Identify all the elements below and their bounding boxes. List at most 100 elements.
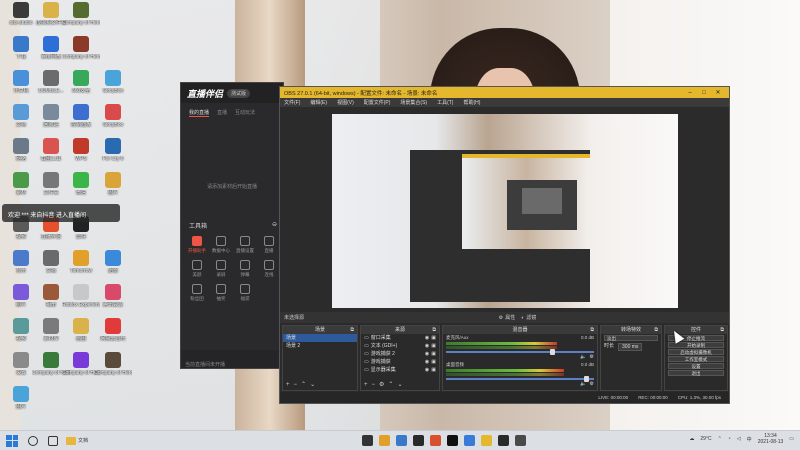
tab-my-live[interactable]: 我的直播 [189,109,210,117]
start-button[interactable] [6,434,18,447]
source-item[interactable]: ▭ 显示器采集 ◉ ▣ [361,366,439,374]
weather-temp[interactable]: 29°C [700,436,711,442]
taskbar-app-icon[interactable] [447,435,458,446]
network-icon[interactable]: ◔ [728,436,731,442]
visibility-eye-icon[interactable]: ◉ [425,367,429,373]
lock-icon[interactable]: ▣ [431,335,436,341]
toolbox-item[interactable]: 直播设置 [233,236,257,254]
desktop-icon[interactable]: 腾讯会议 [94,284,132,308]
live-companion-window[interactable]: 直播伴侣 测试版 我的直播 直播 互动玩法 请添加素材后开始直播 工具箱 ⊖ 开… [180,82,284,369]
taskbar-file-explorer[interactable]: 文档 [66,436,88,445]
move-down-icon[interactable]: ⌄ [397,382,406,388]
toolbox-item[interactable]: 连线 [257,260,281,278]
scene-item[interactable]: 场景 2 [283,342,357,350]
close-icon[interactable]: ✕ [711,89,725,96]
duration-input[interactable]: 300 ms [618,343,643,351]
minimize-icon[interactable]: – [683,90,697,96]
undock-icon[interactable]: ⧉ [654,326,658,334]
live-app-version-badge[interactable]: 测试版 [227,88,251,98]
lock-icon[interactable]: ▣ [431,359,436,365]
add-scene-icon[interactable]: + [286,382,294,388]
lock-icon[interactable]: ▣ [431,367,436,373]
visibility-eye-icon[interactable]: ◉ [425,359,429,365]
visibility-eye-icon[interactable]: ◉ [425,343,429,349]
gear-icon[interactable]: ⚙ [590,381,594,387]
desktop-icon[interactable]: 网易云音乐 [94,318,132,342]
volume-icon[interactable]: ◁ [737,436,741,442]
obs-menu-item[interactable]: 配置文件(P) [364,99,391,106]
taskbar-app-icon[interactable] [498,435,509,446]
obs-menu-item[interactable]: 场景集合(S) [400,99,427,106]
taskbar-app-icon[interactable] [413,435,424,446]
move-down-icon[interactable]: ⌄ [310,382,319,388]
desktop-icon[interactable]: 图片 [94,172,132,196]
volume-slider-knob[interactable] [583,376,589,382]
source-item[interactable]: ▭ 游戏捕获 2 ◉ ▣ [361,350,439,358]
task-view-icon[interactable] [48,435,58,446]
source-item[interactable]: ▭ 窗口采集 ◉ ▣ [361,334,439,342]
volume-slider[interactable] [446,376,594,382]
scene-item[interactable]: 场景 [283,334,357,342]
toolbox-item[interactable]: 抽奖 [209,284,233,302]
toolbox-more-icon[interactable]: ⊖ [272,221,277,230]
maximize-icon[interactable]: □ [697,90,711,96]
desktop-icon[interactable]: For Cry 6 [94,138,132,162]
remove-source-icon[interactable]: − [372,382,380,388]
toolbox-item[interactable]: 福袋 [233,284,257,302]
undock-icon[interactable]: ⧉ [590,326,594,334]
lock-icon[interactable]: ▣ [431,351,436,357]
desktop-icon[interactable]: Company of Heroes [94,352,132,376]
taskbar-app-icon[interactable] [362,435,373,446]
obs-menu-item[interactable]: 帮助(H) [463,99,480,106]
tray-expand-icon[interactable]: ⌃ [718,436,722,442]
desktop-icon[interactable]: StoryBoo [94,104,132,128]
obs-window[interactable]: OBS 27.0.1 (64-bit, windows) - 配置文件: 未命名… [279,86,730,404]
filters-button[interactable]: ◐ 滤镜 [521,314,536,322]
taskbar-app-icon[interactable] [515,435,526,446]
control-button[interactable]: 工作室模式 [668,356,724,362]
source-settings-icon[interactable]: ⚙ [379,382,388,388]
toolbox-item[interactable]: 美颜 [185,260,209,278]
volume-slider-knob[interactable] [549,349,555,355]
toolbox-item[interactable]: 开播助手 [185,236,209,254]
taskbar-app-icon[interactable] [379,435,390,446]
obs-menu-item[interactable]: 编辑(E) [310,99,327,106]
visibility-eye-icon[interactable]: ◉ [425,335,429,341]
toolbox-item[interactable]: 录屏 [209,260,233,278]
toolbox-item[interactable]: 直播 [257,236,281,254]
lock-icon[interactable]: ▣ [431,343,436,349]
control-button[interactable]: 启动虚拟摄像机 [668,349,724,355]
obs-menu-item[interactable]: 文件(F) [284,99,300,106]
obs-menu-item[interactable]: 视图(V) [337,99,354,106]
move-up-icon[interactable]: ⌃ [301,382,310,388]
undock-icon[interactable]: ⧉ [720,326,724,334]
source-item[interactable]: ▭ 文本 (GDI+) ◉ ▣ [361,342,439,350]
gear-icon[interactable]: ⚙ [590,354,594,360]
desktop-icon[interactable]: Company of Heroes [62,2,100,26]
desktop-icon[interactable]: 迅雷 [94,250,132,274]
obs-preview-canvas[interactable] [332,114,678,308]
volume-icon[interactable]: 🔈 [580,354,586,360]
notification-icon[interactable]: ▭ [789,436,794,442]
search-icon[interactable] [28,435,38,446]
taskbar-app-icon[interactable] [396,435,407,446]
taskbar-app-icon[interactable] [481,435,492,446]
control-button[interactable]: 设置 [668,363,724,369]
undock-icon[interactable]: ⧉ [432,326,436,334]
control-button[interactable]: 退出 [668,370,724,376]
taskbar-app-icon[interactable] [464,435,475,446]
weather-icon[interactable]: ☁ [689,436,694,442]
add-source-icon[interactable]: + [364,382,372,388]
source-item[interactable]: ▭ 游戏捕获 ◉ ▣ [361,358,439,366]
taskbar-app-icon[interactable] [430,435,441,446]
desktop-icon[interactable]: StoryBoo [94,70,132,94]
undock-icon[interactable]: ⧉ [350,326,354,334]
tab-interactive[interactable]: 互动玩法 [235,109,255,117]
obs-menu-item[interactable]: 工具(T) [437,99,453,106]
desktop-icon[interactable]: Company of Heroes [62,36,100,60]
transition-type-select[interactable]: 淡出 [604,335,658,341]
remove-scene-icon[interactable]: − [294,382,302,388]
toolbox-item[interactable]: 弹幕 [233,260,257,278]
desktop-icon[interactable]: 图片 [2,386,40,410]
tab-live[interactable]: 直播 [217,109,227,117]
